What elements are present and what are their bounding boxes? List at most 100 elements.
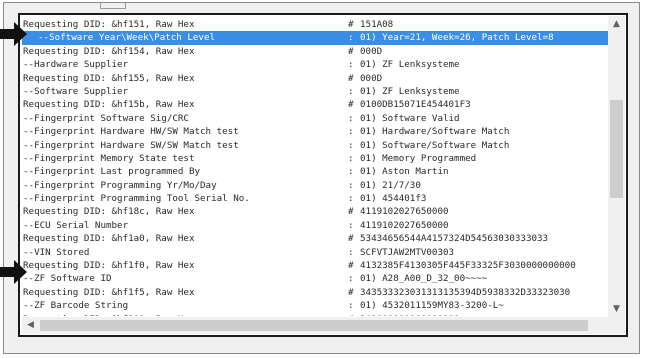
log-row-label: --ZF Barcode String [23,300,129,312]
log-row-value: 01) Software/Software Match [360,139,510,151]
log-row-separator: : [348,193,354,205]
log-row-label: Requesting DID: &hf1f5, Raw Hex [23,286,195,298]
log-row-value: 53434656544A4157324D54563030333033 [360,233,549,245]
log-row-label: --VIN Stored [23,246,90,258]
horizontal-scroll-thumb[interactable] [40,320,588,331]
log-row-value: 01) 21/7/30 [360,179,421,191]
log-row-label: --Fingerprint Hardware SW/SW Match test [23,139,239,151]
log-row-separator: # [348,206,354,218]
log-row[interactable]: --Fingerprint Memory State test:01) Memo… [22,152,610,165]
log-row-value: SCFVTJAW2MTV00303 [360,246,455,258]
log-row[interactable]: Requesting DID: &hf155, Raw Hex #000D [22,72,610,85]
log-row[interactable]: Requesting DID: &hf1f5, Raw Hex #34353332… [22,286,610,299]
log-row[interactable]: --Fingerprint Programming Tool Serial No… [22,192,610,205]
log-row-label: --Fingerprint Memory State test [23,152,195,164]
log-row-value: 000D [360,45,383,57]
log-row-label: Requesting DID: &hf151, Raw Hex [23,19,195,30]
log-row[interactable]: --Fingerprint Software Sig/CRC:01) Softw… [22,112,610,125]
log-row-label: Requesting DID: &hf154, Raw Hex [23,45,195,57]
log-row[interactable]: Requesting DID: &hf18c, Raw Hex #41191020… [22,205,610,218]
horizontal-scrollbar[interactable]: ◀ ▶ [22,317,623,334]
log-row-value: 01) Software Valid [360,112,460,124]
log-row-value: 01) 454401f3 [360,193,427,205]
log-row-label: Requesting DID: &hf15b, Raw Hex [23,99,195,111]
log-rows: Requesting DID: &hf151, Raw Hex #151A08 --… [22,18,610,316]
log-row-value: 01) ZF Lenksysteme [360,59,460,71]
log-row[interactable]: Requesting DID: &hf1a0, Raw Hex #53434656… [22,232,610,245]
log-row[interactable]: Requesting DID: &hf154, Raw Hex #000D [22,45,610,58]
log-row-separator: : [348,152,354,164]
log-row[interactable]: --Software Year\Week\Patch Level:01) Yea… [22,31,610,45]
log-row-value: 01) Hardware/Software Match [360,126,510,138]
log-row-separator: : [348,273,354,285]
log-row-separator: # [348,45,354,57]
log-row-separator: : [348,300,354,312]
log-row-label: Requesting DID: &hf1f0, Raw Hex [23,260,195,272]
log-row-label: --Fingerprint Programming Tool Serial No… [23,193,250,205]
log-row-separator: : [348,85,354,97]
log-row-label: Requesting DID: &hf155, Raw Hex [23,72,195,84]
log-row-separator: : [348,126,354,138]
scroll-down-icon[interactable]: ▼ [608,301,625,318]
log-row[interactable]: --Hardware Supplier:01) ZF Lenksysteme [22,58,610,71]
log-row-separator: # [348,72,354,84]
log-row-separator: # [348,286,354,298]
log-row[interactable]: Requesting DID: &hf151, Raw Hex #151A08 [22,18,610,31]
log-row-label: --Fingerprint Last programmed By [23,166,201,178]
log-row-label: --Fingerprint Programming Yr/Mo/Day [23,179,217,191]
log-row-label: --ECU Serial Number [23,219,129,231]
log-row-label: --ZF Software ID [23,273,112,285]
window-tab [100,3,126,9]
log-row[interactable]: --ZF Barcode String:01) 4532011159MY83-3… [22,299,610,312]
log-row[interactable]: --VIN Stored: SCFVTJAW2MTV00303 [22,246,610,259]
log-row[interactable]: --Fingerprint Hardware HW/SW Match test:… [22,125,610,138]
log-row[interactable]: --Fingerprint Hardware SW/SW Match test:… [22,139,610,152]
log-row-value: 01) ZF Lenksysteme [360,85,460,97]
log-row-value: 0100DB15071E454401F3 [360,99,471,111]
log-row-value: 151A08 [360,19,394,30]
log-row-separator: : [348,219,354,231]
log-row-value: 000D [360,72,383,84]
log-row-value: 01) Aston Martin [360,166,449,178]
log-row-label: Requesting DID: &hf1a0, Raw Hex [23,233,195,245]
dialog-frame: Requesting DID: &hf151, Raw Hex #151A08 --… [3,2,640,354]
log-row-value: 4132385F4130305F445F33325F3030000000000 [360,260,576,272]
log-row-separator: # [348,233,354,245]
vertical-scrollbar[interactable]: ▲ ▼ [608,16,625,318]
log-row-value: 4119102027650000 [360,206,449,218]
log-row[interactable]: Requesting DID: &hf15b, Raw Hex #0100DB15… [22,98,610,111]
log-row-separator: : [348,166,354,178]
log-row[interactable]: Requesting DID: &hf200, Raw Hex #34100000… [22,313,610,316]
scroll-left-icon[interactable]: ◀ [22,317,39,334]
log-row[interactable]: --Software Supplier:01) ZF Lenksysteme [22,85,610,98]
diagnostic-log-listbox[interactable]: Requesting DID: &hf151, Raw Hex #151A08 --… [18,13,628,337]
pointer-arrow-icon [0,260,27,284]
log-row-label: Requesting DID: &hf200, Raw Hex [23,313,194,316]
log-row-separator: : [348,59,354,71]
log-row-separator: : [348,179,354,191]
log-row-separator: # [348,313,354,316]
log-row-value: 01) Year=21, Week=26, Patch Level=8 [360,32,554,44]
log-row[interactable]: --Fingerprint Programming Yr/Mo/Day:01) … [22,179,610,192]
log-row-separator: : [348,112,354,124]
log-row-label: --Fingerprint Software Sig/CRC [23,112,189,124]
log-row-label: --Software Year\Week\Patch Level [38,32,216,44]
log-row-label: --Hardware Supplier [23,59,129,71]
log-row-value: 4119102027650000 [360,219,449,231]
log-row-separator: # [348,19,354,30]
log-row[interactable]: --Fingerprint Last programmed By:01) Ast… [22,165,610,178]
scroll-up-icon[interactable]: ▲ [608,16,625,33]
log-row-value: 01) 4532011159MY83-3200-L~ [360,300,504,312]
log-row-separator: # [348,260,354,272]
log-row-separator: : [348,246,354,258]
pointer-arrow-icon [0,22,27,46]
scrollbar-corner [608,317,625,334]
log-row-label: --Software Supplier [23,85,129,97]
vertical-scroll-thumb[interactable] [610,100,623,198]
log-row[interactable]: --ECU Serial Number:4119102027650000 [22,219,610,232]
log-row-value: 01) Memory Programmed [360,152,477,164]
log-row-separator: : [348,32,354,44]
log-row[interactable]: Requesting DID: &hf1f0, Raw Hex #4132385F… [22,259,610,272]
log-row[interactable]: --ZF Software ID:01) A28_A00_D_32_00~~~~ [22,272,610,285]
log-row-separator: : [348,139,354,151]
